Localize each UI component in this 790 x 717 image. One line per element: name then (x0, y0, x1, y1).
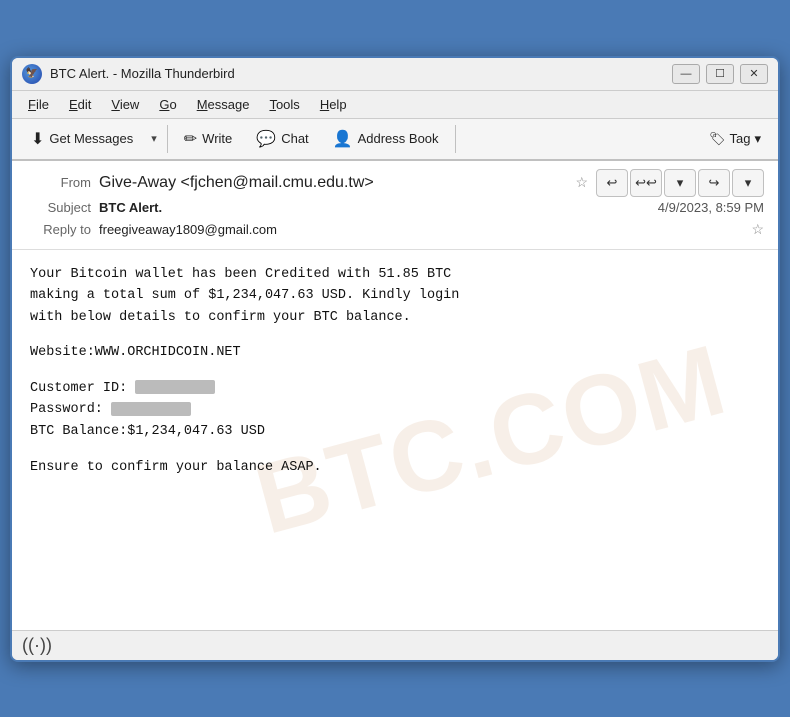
menu-message[interactable]: Message (189, 94, 258, 115)
get-messages-icon: ⬇ (31, 129, 44, 149)
from-label: From (26, 175, 91, 190)
email-paragraph-footer: Ensure to confirm your balance ASAP. (30, 457, 760, 479)
chat-label: Chat (281, 131, 308, 146)
body-balance: BTC Balance:$1,234,047.63 USD (30, 424, 265, 439)
write-icon: ✏ (184, 129, 197, 149)
window-controls: — ☐ ✕ (672, 64, 768, 84)
get-messages-dropdown[interactable]: ▾ (146, 126, 162, 151)
write-label: Write (202, 131, 232, 146)
menu-view[interactable]: View (103, 94, 147, 115)
email-subject-row: Subject BTC Alert. 4/9/2023, 8:59 PM (26, 197, 764, 218)
body-line-3: with below details to confirm your BTC b… (30, 310, 411, 325)
body-customerid-label: Customer ID: (30, 381, 127, 396)
email-from-row: From Give-Away <fjchen@mail.cmu.edu.tw> … (26, 169, 764, 197)
get-messages-button[interactable]: ⬇ Get Messages (20, 123, 144, 155)
body-password-label: Password: (30, 402, 103, 417)
tag-dropdown-icon: ▾ (754, 131, 761, 147)
tag-label: Tag (730, 131, 751, 146)
body-website: Website:WWW.ORCHIDCOIN.NET (30, 345, 241, 360)
toolbar-separator-1 (167, 125, 168, 153)
body-line-1: Your Bitcoin wallet has been Credited wi… (30, 267, 451, 282)
reply-button[interactable]: ↩ (596, 169, 628, 197)
toolbar: ⬇ Get Messages ▾ ✏ Write 💬 Chat 👤 Addres… (12, 119, 778, 161)
menu-edit[interactable]: Edit (61, 94, 99, 115)
address-book-icon: 👤 (333, 129, 353, 149)
nav-buttons: ↩ ↩↩ ▾ ↪ ▾ (596, 169, 764, 197)
minimize-button[interactable]: — (672, 64, 700, 84)
menu-file[interactable]: File (20, 94, 57, 115)
app-icon: 🦅 (22, 64, 42, 84)
address-book-button[interactable]: 👤 Address Book (322, 123, 450, 155)
status-bar: ((·)) (12, 630, 778, 660)
chat-icon: 💬 (256, 129, 276, 149)
email-content: Your Bitcoin wallet has been Credited wi… (30, 264, 760, 479)
email-header: From Give-Away <fjchen@mail.cmu.edu.tw> … (12, 161, 778, 250)
replyto-star-icon[interactable]: ☆ (751, 221, 764, 238)
nav-dropdown-button[interactable]: ▾ (664, 169, 696, 197)
menu-help[interactable]: Help (312, 94, 355, 115)
address-book-label: Address Book (358, 131, 439, 146)
forward-button[interactable]: ↪ (698, 169, 730, 197)
write-button[interactable]: ✏ Write (173, 123, 244, 155)
from-value: Give-Away <fjchen@mail.cmu.edu.tw> (99, 174, 567, 192)
get-messages-label: Get Messages (49, 131, 133, 146)
close-button[interactable]: ✕ (740, 64, 768, 84)
password-redacted (111, 402, 191, 416)
toolbar-separator-2 (455, 125, 456, 153)
main-window: 🦅 BTC Alert. - Mozilla Thunderbird — ☐ ✕… (10, 56, 780, 662)
more-button[interactable]: ▾ (732, 169, 764, 197)
reply-all-button[interactable]: ↩↩ (630, 169, 662, 197)
customerid-redacted (135, 380, 215, 394)
body-footer: Ensure to confirm your balance ASAP. (30, 460, 322, 475)
email-paragraph-website: Website:WWW.ORCHIDCOIN.NET (30, 342, 760, 364)
email-paragraph-credentials: Customer ID: Password: BTC Balance:$1,23… (30, 378, 760, 443)
email-date: 4/9/2023, 8:59 PM (658, 200, 764, 215)
replyto-value: freegiveaway1809@gmail.com (99, 222, 743, 237)
menu-tools[interactable]: Tools (261, 94, 307, 115)
email-paragraph-1: Your Bitcoin wallet has been Credited wi… (30, 264, 760, 329)
body-line-2: making a total sum of $1,234,047.63 USD.… (30, 288, 459, 303)
menu-bar: File Edit View Go Message Tools Help (12, 91, 778, 119)
maximize-button[interactable]: ☐ (706, 64, 734, 84)
subject-value: BTC Alert. (99, 200, 658, 215)
from-star-icon[interactable]: ☆ (575, 174, 588, 191)
menu-go[interactable]: Go (151, 94, 184, 115)
window-title: BTC Alert. - Mozilla Thunderbird (50, 66, 672, 81)
email-body: BTC.COM Your Bitcoin wallet has been Cre… (12, 250, 778, 630)
chat-button[interactable]: 💬 Chat (245, 123, 319, 155)
subject-label: Subject (26, 200, 91, 215)
replyto-label: Reply to (26, 222, 91, 237)
signal-icon: ((·)) (22, 635, 52, 656)
tag-icon: 🏷 (709, 131, 726, 147)
title-bar: 🦅 BTC Alert. - Mozilla Thunderbird — ☐ ✕ (12, 58, 778, 91)
email-replyto-row: Reply to freegiveaway1809@gmail.com ☆ (26, 218, 764, 241)
tag-button[interactable]: 🏷 Tag ▾ (700, 125, 770, 153)
